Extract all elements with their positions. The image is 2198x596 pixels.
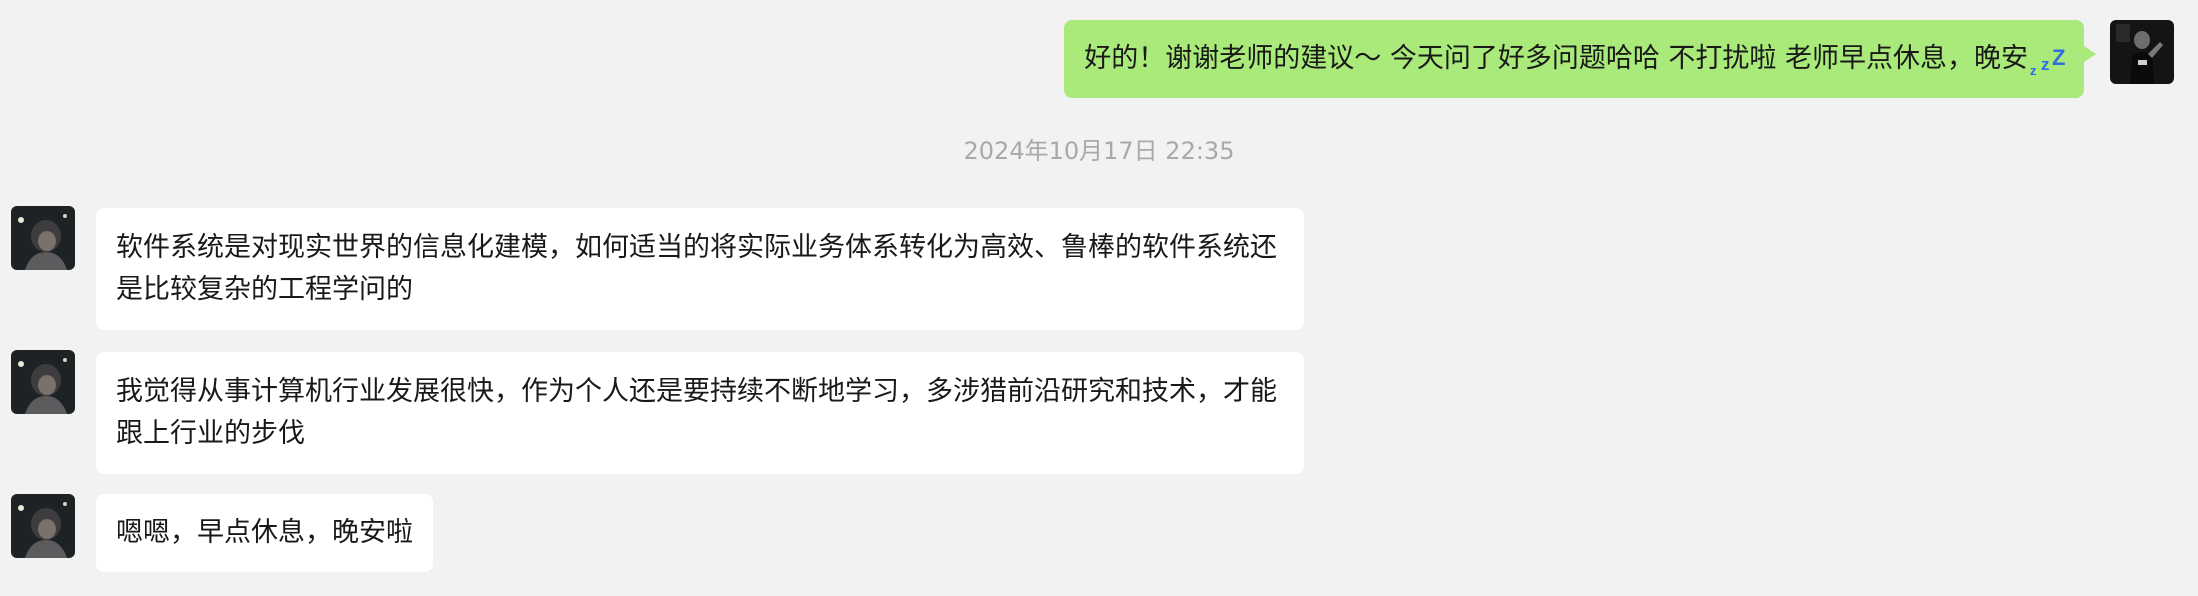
contact-avatar[interactable] bbox=[11, 494, 75, 558]
message-text: 我觉得从事计算机行业发展很快，作为个人还是要持续不断地学习，多涉猎前沿研究和技术… bbox=[116, 376, 1277, 449]
sleeping-zzz-icon: zzZ bbox=[2030, 45, 2066, 78]
contact-avatar[interactable] bbox=[11, 350, 75, 414]
outgoing-message-bubble[interactable]: 好的！谢谢老师的建议～ 今天问了好多问题哈哈 不打扰啦 老师早点休息，晚安 z z Z bbox=[1064, 20, 2096, 98]
incoming-message-bubble[interactable]: 我觉得从事计算机行业发展很快，作为个人还是要持续不断地学习，多涉猎前沿研究和技术… bbox=[96, 352, 1304, 474]
message-text: 嗯嗯，早点休息，晚安啦 bbox=[116, 517, 413, 548]
message-text: 软件系统是对现实世界的信息化建模，如何适当的将实际业务体系转化为高效、鲁棒的软件… bbox=[116, 232, 1277, 305]
contact-avatar[interactable] bbox=[11, 206, 75, 270]
self-avatar[interactable] bbox=[2110, 20, 2174, 84]
chat-timestamp: 2024年10月17日 22:35 bbox=[963, 137, 1235, 165]
incoming-message-bubble[interactable]: 嗯嗯，早点休息，晚安啦 bbox=[96, 494, 433, 572]
message-text: 好的！谢谢老师的建议～ 今天问了好多问题哈哈 不打扰啦 老师早点休息，晚安 bbox=[1084, 43, 2028, 74]
incoming-message-bubble[interactable]: 软件系统是对现实世界的信息化建模，如何适当的将实际业务体系转化为高效、鲁棒的软件… bbox=[96, 208, 1304, 330]
